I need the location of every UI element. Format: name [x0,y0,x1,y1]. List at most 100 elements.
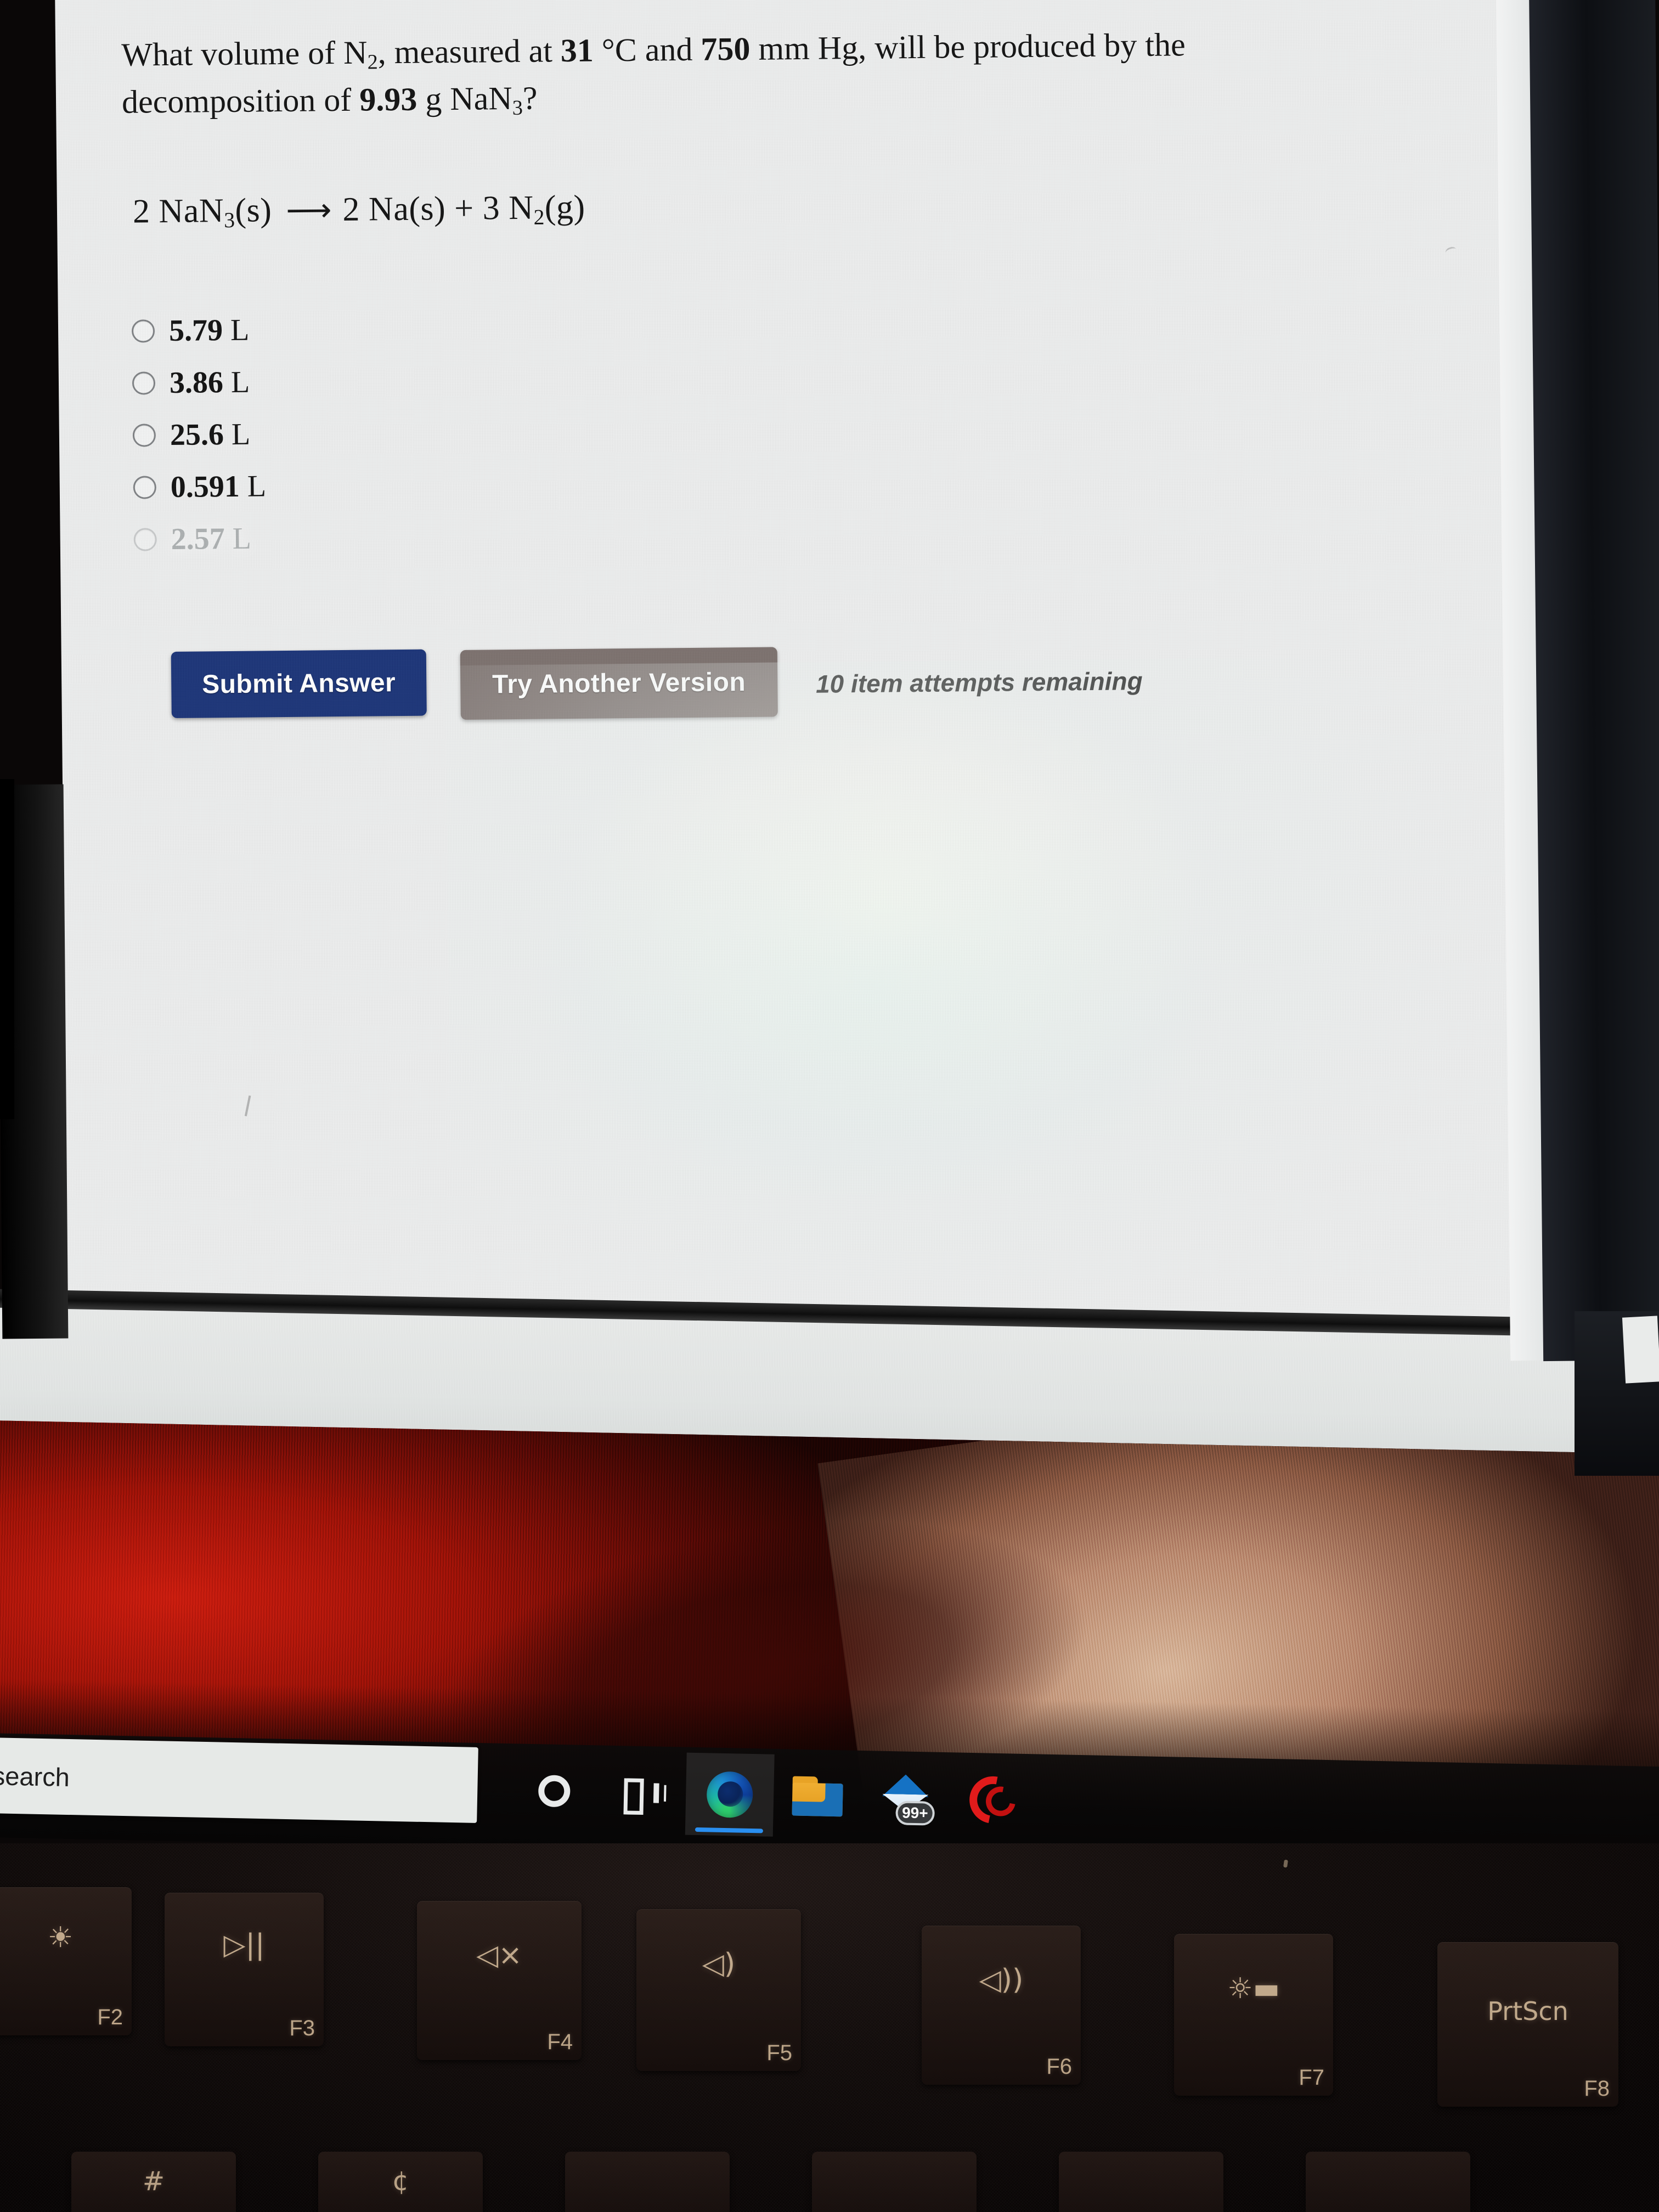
taskbar-item-task-view[interactable] [597,1751,687,1835]
answer-option-unit: L [231,417,251,452]
taskbar-search-input[interactable]: o search [0,1736,478,1823]
equation-product1-coefficient: 2 [342,190,360,228]
question-nan3-subscript: 3 [512,96,523,120]
key-hash[interactable]: # [71,2152,236,2212]
task-view-icon [624,1776,661,1809]
key-f6-label: F6 [1046,2055,1072,2079]
answer-option-value: 2.57 [171,521,225,556]
key-f8-label: F8 [1584,2076,1610,2101]
key-f6[interactable]: ◁)) F6 [922,1926,1081,2085]
file-explorer-folder-icon [792,1776,843,1816]
question-line1-pre: What volume of N [121,34,368,73]
radio-button-icon[interactable] [131,319,155,343]
answer-option-value: 0.591 [170,469,240,504]
key-f4-label: F4 [547,2030,573,2054]
question-text: What volume of N2, measured at 31 °C and… [121,19,1472,127]
attempts-remaining-text: 10 item attempts remaining [815,666,1143,698]
radio-button-icon[interactable] [132,424,156,447]
answer-option-label: 5.79 L [169,312,250,348]
equation-reactant-state: (s) [235,191,272,229]
question-line1-mid: , measured at [377,32,561,71]
equation-reactant-subscript: 3 [224,208,235,233]
key-f8[interactable]: PrtScn F8 [1437,1942,1618,2107]
mail-unread-badge: 99+ [895,1801,935,1826]
submit-answer-button[interactable]: Submit Answer [171,649,427,719]
question-content-column: What volume of N2, measured at 31 °C and… [55,0,1543,724]
mail-envelope-icon: 99+ [878,1774,935,1826]
keyboard-light-speck [1283,1859,1288,1868]
edge-browser-icon [706,1771,754,1819]
screen-backlight-glow [445,655,1494,1352]
equation-product1: Na [368,190,409,228]
answer-option-label: 0.591 L [171,469,267,505]
equation-product2-coefficient: 3 [482,189,500,227]
key-f7-label: F7 [1299,2066,1324,2090]
print-screen-icon: PrtScn [1487,1996,1568,2026]
photo-left-dark-edge [0,779,14,1119]
radio-button-icon[interactable] [133,476,157,499]
equation-reactant: NaN [159,192,224,230]
answer-option-unit: L [247,469,267,504]
answer-option-unit: L [230,313,250,347]
question-mass-value: 9.93 [359,81,417,118]
play-pause-icon: ▷|| [223,1928,265,1962]
cortana-circle-icon [538,1775,571,1808]
taskbar-item-red-swirl-app[interactable] [949,1758,1038,1842]
equation-reactant-coefficient: 2 [132,193,150,230]
key-f2-label: F2 [97,2005,123,2029]
radio-button-icon[interactable] [132,371,156,395]
key-f7[interactable]: ☼▬ F7 [1174,1934,1333,2096]
answer-option-label: 3.86 L [170,364,250,400]
answer-options-list: 5.79 L 3.86 L 25.6 L 0.591 L 2.57 L [131,292,1476,565]
brightness-up-icon: ☀ [47,1921,74,1954]
cent-key-glyph: ¢ [392,2166,409,2197]
browser-content-area: alternate version of this question is av… [55,0,1550,1366]
key-blank-3[interactable] [1059,2152,1223,2212]
question-pressure-unit: mm Hg, will be produced by the [750,26,1186,67]
try-another-version-button[interactable]: Try Another Version [460,647,778,720]
volume-down-icon: ◁) [702,1948,736,1981]
taskbar-item-mail[interactable]: 99+ [861,1756,950,1840]
equation-product2-subscript: 2 [533,205,545,229]
monitor-bottom-right-highlight [1622,1316,1659,1384]
action-button-row: Submit Answer Try Another Version 10 ite… [171,635,1477,723]
taskbar-item-microsoft-edge[interactable] [685,1752,775,1837]
answer-option-unit: L [230,365,250,399]
equation-plus-sign: + [454,189,474,227]
laptop-keyboard: ☀ F2 ▷|| F3 ◁× F4 ◁) F5 ◁)) F6 ☼▬ F7 Prt… [0,1843,1659,2212]
key-f5-label: F5 [766,2041,792,2065]
key-blank-1[interactable] [565,2152,730,2212]
reaction-arrow-icon: ⟶ [286,192,329,228]
answer-option-value: 5.79 [168,313,223,348]
answer-option-value: 3.86 [169,365,224,400]
key-blank-4[interactable] [1306,2152,1470,2212]
key-f5[interactable]: ◁) F5 [636,1909,801,2071]
red-swirl-app-icon [960,1767,1026,1833]
equation-product1-state: (s) [408,190,446,228]
question-line2-post: g NaN [417,80,512,117]
monitor-right-bezel [1528,0,1659,1362]
key-f3-label: F3 [289,2016,315,2040]
question-pressure-value: 750 [701,30,751,67]
answer-option-label: 25.6 L [170,416,251,452]
answer-option-label: 2.57 L [171,521,251,556]
question-n2-subscript: 2 [367,50,379,74]
key-f4[interactable]: ◁× F4 [417,1901,582,2060]
taskbar-icon-strip: 99+ [510,1749,1038,1842]
question-line2-pre: decomposition of [121,81,360,120]
question-temperature-unit: °C and [593,31,701,69]
taskbar-item-file-explorer[interactable] [773,1754,862,1838]
question-temperature-value: 31 [560,32,594,69]
key-f3[interactable]: ▷|| F3 [165,1893,324,2046]
radio-button-icon[interactable] [133,528,157,551]
key-cent[interactable]: ¢ [318,2152,483,2212]
screen-artifact-mark [244,1095,251,1116]
mute-icon: ◁× [476,1938,522,1972]
key-f2[interactable]: ☀ F2 [0,1887,132,2035]
answer-option-unit: L [232,521,252,556]
taskbar-item-cortana[interactable] [510,1749,599,1833]
keyboard-backlight-icon: ☼▬ [1227,1972,1280,2006]
question-line2-end: ? [522,80,538,116]
key-blank-2[interactable] [812,2152,977,2212]
screen-backlight-glow-inner [528,768,1219,1214]
